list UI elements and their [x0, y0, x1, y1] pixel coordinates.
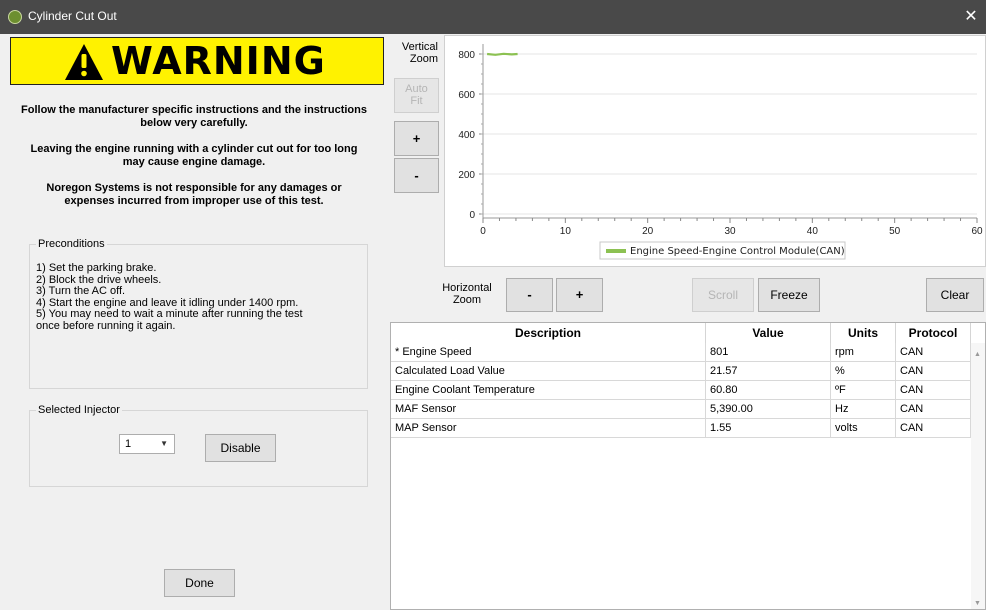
precondition-item: 1) Set the parking brake. — [36, 262, 157, 274]
cell-units: % — [831, 362, 896, 380]
injector-label: Selected Injector — [36, 404, 122, 416]
cell-value: 1.55 — [706, 419, 831, 437]
cell-description: MAP Sensor — [391, 419, 706, 437]
y-tick-label: 800 — [458, 50, 475, 61]
horizontal-zoom-line: Horizontal — [442, 282, 492, 294]
cell-protocol: CAN — [896, 381, 971, 399]
auto-fit-button[interactable]: Auto Fit — [394, 78, 439, 113]
column-header-units[interactable]: Units — [831, 323, 896, 343]
horizontal-zoom-line: Zoom — [452, 294, 482, 306]
cell-units: Hz — [831, 400, 896, 418]
y-tick-label: 0 — [469, 210, 475, 221]
x-tick-label: 40 — [807, 226, 819, 237]
x-tick-label: 10 — [560, 226, 572, 237]
horizontal-zoom-label: Horizontal Zoom — [440, 282, 494, 306]
vertical-zoom-label: Vertical Zoom — [392, 41, 438, 65]
cell-description: * Engine Speed — [391, 343, 706, 361]
scroll-button[interactable]: Scroll — [692, 278, 754, 312]
x-tick-label: 0 — [480, 226, 486, 237]
column-header-protocol[interactable]: Protocol — [896, 323, 971, 343]
instruction-line: below very carefully. — [140, 117, 248, 129]
table-row[interactable]: MAP Sensor 1.55 volts CAN — [391, 419, 971, 438]
auto-fit-line: Auto — [405, 83, 428, 95]
vertical-zoom-in-button[interactable]: + — [394, 121, 439, 156]
scroll-up-icon[interactable]: ▲ — [974, 351, 981, 358]
data-table: Description Value Units Protocol * Engin… — [390, 322, 986, 610]
chevron-down-icon: ▼ — [160, 439, 168, 448]
x-tick-label: 60 — [971, 226, 983, 237]
instruction-line: Leaving the engine running with a cylind… — [30, 143, 358, 155]
table-row[interactable]: Calculated Load Value 21.57% CAN — [391, 362, 971, 381]
table-scrollbar[interactable]: ▲ ▼ — [971, 343, 985, 609]
preconditions-list: 1) Set the parking brake. 2) Block the d… — [36, 262, 366, 333]
x-tick-label: 20 — [642, 226, 654, 237]
freeze-button[interactable]: Freeze — [758, 278, 820, 312]
cell-units: ºF — [831, 381, 896, 399]
cell-protocol: CAN — [896, 362, 971, 380]
injector-dropdown[interactable]: 1 ▼ — [119, 434, 175, 454]
instruction-line: may cause engine damage. — [122, 156, 266, 168]
scroll-down-icon[interactable]: ▼ — [974, 600, 981, 607]
close-icon[interactable]: ✕ — [956, 0, 986, 34]
vertical-zoom-out-button[interactable]: - — [394, 158, 439, 193]
cell-value: 801 — [706, 343, 831, 361]
precondition-item: once before running it again. — [36, 319, 176, 332]
x-tick-label: 50 — [889, 226, 901, 237]
cell-protocol: CAN — [896, 419, 971, 437]
cell-protocol: CAN — [896, 343, 971, 361]
column-header-description[interactable]: Description — [391, 323, 706, 343]
y-tick-label: 600 — [458, 90, 475, 101]
warning-title: WARNING — [111, 39, 326, 83]
vertical-zoom-line: Zoom — [409, 53, 438, 65]
legend-swatch — [606, 249, 626, 253]
injector-selected-value: 1 — [125, 438, 132, 450]
done-button[interactable]: Done — [164, 569, 235, 597]
window-title: Cylinder Cut Out — [28, 9, 117, 23]
disable-button[interactable]: Disable — [205, 434, 276, 462]
instruction-line: Noregon Systems is not responsible for a… — [46, 182, 342, 194]
preconditions-label: Preconditions — [36, 238, 107, 250]
clear-button[interactable]: Clear — [926, 278, 984, 312]
warning-triangle-icon — [65, 44, 103, 80]
cell-value: 5,390.00 — [706, 400, 831, 418]
cell-units: volts — [831, 419, 896, 437]
horizontal-zoom-in-button[interactable]: + — [556, 278, 603, 312]
title-bar: Cylinder Cut Out ✕ — [0, 0, 986, 34]
y-tick-label: 400 — [458, 130, 475, 141]
horizontal-zoom-out-button[interactable]: - — [506, 278, 553, 312]
warning-banner: WARNING — [10, 37, 384, 85]
engine-speed-chart: 0 200 400 600 800 0 10 20 30 40 50 60 Engine Speed-E… — [458, 44, 983, 260]
instruction-text-2: Leaving the engine running with a cylind… — [0, 143, 388, 169]
instruction-text-1: Follow the manufacturer specific instruc… — [0, 104, 388, 130]
table-row[interactable]: * Engine Speed 801 rpm CAN — [391, 343, 971, 362]
cell-value: 60.80 — [706, 381, 831, 399]
cell-description: MAF Sensor — [391, 400, 706, 418]
legend-label: Engine Speed-Engine Control Module(CAN) — [630, 246, 845, 257]
vertical-zoom-line: Vertical — [401, 41, 438, 53]
cell-description: Calculated Load Value — [391, 362, 706, 380]
table-row[interactable]: Engine Coolant Temperature 60.80 ºF CAN — [391, 381, 971, 400]
cell-description: Engine Coolant Temperature — [391, 381, 706, 399]
instruction-line: Follow the manufacturer specific instruc… — [21, 104, 367, 116]
instruction-line: expenses incurred from improper use of t… — [64, 195, 324, 207]
x-tick-label: 30 — [724, 226, 736, 237]
column-header-value[interactable]: Value — [706, 323, 831, 343]
app-icon — [8, 10, 22, 24]
table-row[interactable]: MAF Sensor 5,390.00 Hz CAN — [391, 400, 971, 419]
instruction-text-3: Noregon Systems is not responsible for a… — [0, 182, 388, 208]
chart-area: 0 200 400 600 800 0 10 20 30 40 50 60 Engine Speed-E… — [444, 35, 986, 267]
cell-protocol: CAN — [896, 400, 971, 418]
auto-fit-line: Fit — [410, 95, 423, 107]
y-tick-label: 200 — [458, 170, 475, 181]
injector-group — [29, 410, 368, 487]
series-line — [486, 52, 518, 56]
cell-value: 21.57 — [706, 362, 831, 380]
cell-units: rpm — [831, 343, 896, 361]
